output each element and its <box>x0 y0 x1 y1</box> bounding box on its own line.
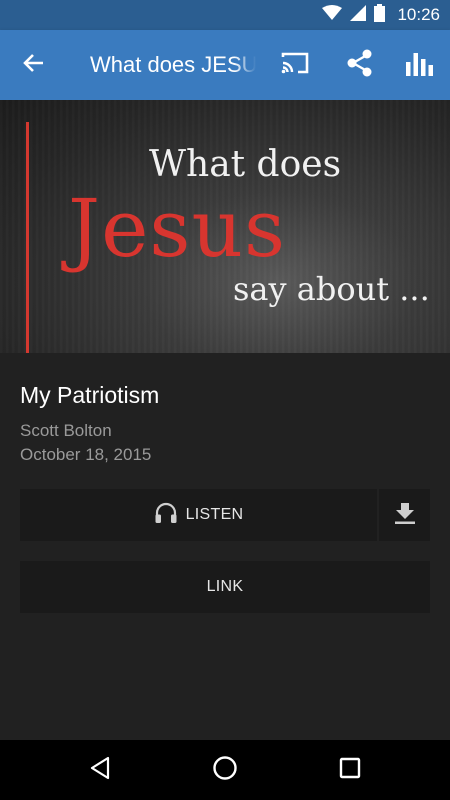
nav-recents-icon <box>339 757 361 784</box>
wifi-icon <box>322 4 343 26</box>
artwork-line-3: say about ... <box>233 270 430 308</box>
sermon-series-artwork: What does Jesus say about ... <box>0 100 450 353</box>
nav-home-button[interactable] <box>205 750 245 790</box>
link-button[interactable]: LINK <box>20 561 430 613</box>
sermon-title: My Patriotism <box>20 382 160 408</box>
back-arrow-icon <box>23 52 45 79</box>
download-button[interactable] <box>379 489 430 541</box>
sermon-author: Scott Bolton <box>20 421 112 440</box>
cast-icon <box>280 51 310 80</box>
system-nav-bar <box>0 740 450 800</box>
bar-chart-icon <box>405 50 435 81</box>
back-button[interactable] <box>14 45 54 85</box>
nav-back-icon <box>89 756 111 785</box>
nav-recents-button[interactable] <box>330 750 370 790</box>
headphones-icon <box>154 502 178 529</box>
download-icon <box>394 502 416 529</box>
signal-icon <box>350 4 367 26</box>
share-icon <box>345 48 375 83</box>
battery-icon <box>374 3 386 27</box>
status-icons: 10:26 <box>322 0 440 30</box>
sermon-date: October 18, 2015 <box>20 445 152 464</box>
nav-home-icon <box>212 755 238 786</box>
app-title: What does JESUS say about ... <box>90 30 256 100</box>
artwork-line-1: What does <box>149 144 342 185</box>
status-time: 10:26 <box>397 5 440 24</box>
app-bar: What does JESUS say about ... <box>0 30 450 100</box>
cast-button[interactable] <box>274 45 316 85</box>
status-bar: 10:26 <box>0 0 450 30</box>
share-button[interactable] <box>339 45 381 85</box>
nav-back-button[interactable] <box>80 750 120 790</box>
listen-button[interactable]: LISTEN <box>20 489 377 541</box>
listen-label: LISTEN <box>185 506 244 523</box>
stats-button[interactable] <box>399 45 441 85</box>
link-label: LINK <box>206 578 244 595</box>
artwork-accent-rule <box>26 122 29 353</box>
artwork-line-2: Jesus <box>68 182 287 275</box>
